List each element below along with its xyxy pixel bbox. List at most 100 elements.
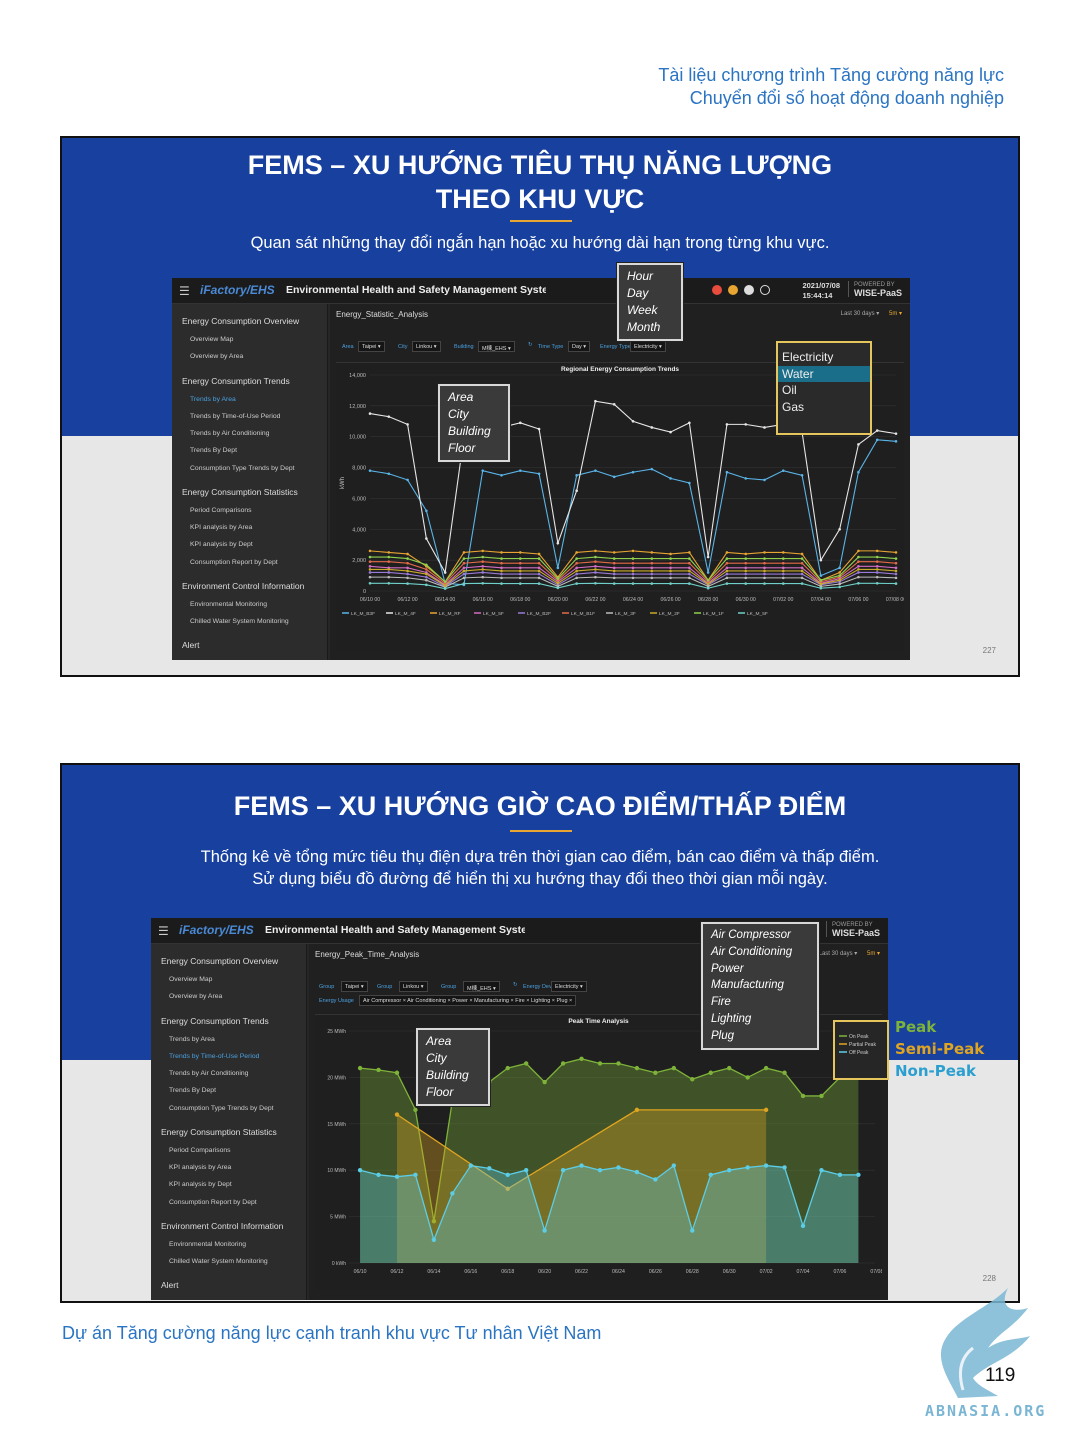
data-point	[857, 565, 860, 568]
filter-select-energy-device[interactable]: Electricity ▾	[551, 981, 587, 992]
filter-select-group[interactable]: M棟_EHS ▾	[463, 981, 500, 992]
x-tick-label: 06/12	[390, 1269, 403, 1275]
time-range-picker[interactable]: Last 30 days ▾	[841, 311, 880, 317]
data-point	[368, 575, 372, 579]
data-point	[894, 572, 898, 576]
sidebar-item-kpi-analysis-by-dept[interactable]: KPI analysis by Dept	[169, 1181, 232, 1188]
sidebar-item-consumption-report-by-dept[interactable]: Consumption Report by Dept	[169, 1199, 257, 1206]
sidebar-item-overview-by-area[interactable]: Overview by Area	[169, 993, 222, 1000]
data-point	[523, 1061, 529, 1066]
data-point	[468, 1163, 474, 1168]
refresh-interval[interactable]: 5m ▾	[867, 951, 880, 957]
sidebar-item-energy-consumption-trends[interactable]: Energy Consumption Trends	[182, 376, 290, 386]
data-point	[612, 551, 616, 554]
alarm-bell-icon[interactable]	[712, 285, 722, 295]
data-point	[575, 489, 578, 493]
sidebar-item-energy-consumption-statistics[interactable]: Energy Consumption Statistics	[161, 1127, 277, 1137]
sidebar-item-period-comparisons[interactable]: Period Comparisons	[169, 1147, 231, 1154]
energy-option-oil[interactable]: Oil	[778, 382, 870, 398]
sidebar-item-consumption-report-by-dept[interactable]: Consumption Report by Dept	[190, 559, 278, 566]
sidebar-item-energy-consumption-statistics[interactable]: Energy Consumption Statistics	[182, 487, 298, 497]
sidebar-item-trends-by-dept[interactable]: Trends By Dept	[169, 1087, 216, 1094]
filter-select-energy-type[interactable]: Electricity ▾	[630, 341, 666, 352]
sidebar-item-trends-by-area[interactable]: Trends by Area	[169, 1036, 215, 1043]
energy-option-gas[interactable]: Gas	[778, 399, 870, 415]
filter-select-time-type[interactable]: Day ▾	[568, 341, 591, 352]
sidebar-item-environmental-monitoring[interactable]: Environmental Monitoring	[169, 1241, 246, 1248]
data-point	[425, 575, 428, 579]
sidebar-item-overview-map[interactable]: Overview Map	[190, 336, 233, 343]
menu-icon[interactable]: ☰	[158, 924, 169, 938]
sidebar-item-trends-by-dept[interactable]: Trends By Dept	[190, 447, 237, 454]
sidebar-item-kpi-analysis-by-area[interactable]: KPI analysis by Area	[169, 1164, 231, 1171]
filter-select-city[interactable]: Linkou ▾	[412, 341, 441, 352]
energy-option-water[interactable]: Water	[778, 365, 870, 382]
data-point	[708, 1070, 713, 1075]
area-option-city: City	[448, 407, 469, 421]
sidebar-item-chilled-water-system-monitoring[interactable]: Chilled Water System Monitoring	[190, 618, 289, 625]
data-point	[669, 477, 672, 480]
refresh-interval[interactable]: 5m ▾	[889, 311, 902, 317]
data-point	[481, 581, 485, 585]
data-point	[763, 566, 766, 570]
sidebar-item-alert[interactable]: Alert	[182, 640, 199, 650]
menu-icon[interactable]: ☰	[179, 284, 190, 298]
sidebar-item-energy-consumption-overview[interactable]: Energy Consumption Overview	[161, 956, 278, 966]
data-point	[394, 1112, 400, 1117]
sidebar-item-trends-by-air-conditioning[interactable]: Trends by Air Conditioning	[169, 1070, 248, 1077]
sidebar-item-overview-map[interactable]: Overview Map	[169, 976, 212, 983]
refresh-icon[interactable]: ↻	[528, 342, 533, 348]
sidebar-item-environment-control-information[interactable]: Environment Control Information	[182, 581, 304, 591]
data-point	[669, 576, 672, 580]
sidebar-item-trends-by-area[interactable]: Trends by Area	[190, 396, 236, 403]
filter-select-building[interactable]: M棟_EHS ▾	[478, 341, 515, 352]
time-range-controls[interactable]: Last 30 days ▾ 5m ▾	[841, 310, 902, 317]
filter-label-city: City	[398, 344, 408, 350]
data-point	[406, 557, 409, 560]
data-point	[725, 566, 729, 570]
data-point	[616, 1165, 621, 1170]
data-point	[819, 586, 823, 590]
data-point	[819, 1093, 824, 1099]
filter-select-group[interactable]: Taipei ▾	[341, 981, 368, 992]
data-point	[425, 568, 428, 571]
data-point	[387, 551, 391, 554]
sidebar-item-trends-by-time-of-use-period[interactable]: Trends by Time-of-Use Period	[190, 413, 280, 420]
energy-usage-tags[interactable]: Air Compressor × Air Conditioning × Powe…	[359, 995, 577, 1006]
data-point	[744, 552, 748, 556]
data-point	[744, 569, 748, 573]
refresh-icon[interactable]: ↻	[513, 982, 518, 988]
sidebar-item-trends-by-time-of-use-period[interactable]: Trends by Time-of-Use Period	[169, 1053, 259, 1060]
sidebar-item-energy-consumption-overview[interactable]: Energy Consumption Overview	[182, 316, 299, 326]
energy-option-electricity[interactable]: Electricity	[778, 349, 870, 365]
sidebar-item-alert[interactable]: Alert	[161, 1280, 178, 1290]
sidebar-item-period-comparisons[interactable]: Period Comparisons	[190, 507, 252, 514]
sidebar-item-consumption-type-trends-by-dept[interactable]: Consumption Type Trends by Dept	[190, 465, 295, 472]
sidebar-item-kpi-analysis-by-area[interactable]: KPI analysis by Area	[190, 524, 252, 531]
sidebar-item-energy-consumption-trends[interactable]: Energy Consumption Trends	[161, 1016, 269, 1026]
data-point	[443, 584, 447, 587]
sidebar-item-consumption-type-trends-by-dept[interactable]: Consumption Type Trends by Dept	[169, 1105, 274, 1112]
sidebar-item-kpi-analysis-by-dept[interactable]: KPI analysis by Dept	[190, 541, 253, 548]
data-point	[376, 1067, 381, 1073]
y-tick-label: 25 MWh	[327, 1029, 346, 1035]
sidebar-item-trends-by-air-conditioning[interactable]: Trends by Air Conditioning	[190, 430, 269, 437]
x-tick-label: 06/26	[649, 1269, 662, 1275]
filter-select-area[interactable]: Taipei ▾	[358, 341, 385, 352]
sidebar-item-environment-control-information[interactable]: Environment Control Information	[161, 1221, 283, 1231]
globe-icon[interactable]	[744, 285, 754, 295]
sidebar-item-environmental-monitoring[interactable]: Environmental Monitoring	[190, 601, 267, 608]
filter-select-group[interactable]: Linkou ▾	[399, 981, 428, 992]
sidebar-item-chilled-water-system-monitoring[interactable]: Chilled Water System Monitoring	[169, 1258, 268, 1265]
data-point	[688, 481, 691, 485]
user-icon[interactable]	[760, 285, 770, 295]
time-range-controls[interactable]: Last 30 days ▾ 5m ▾	[819, 950, 880, 957]
time-range-picker[interactable]: Last 30 days ▾	[819, 951, 858, 957]
sidebar-item-overview-by-area[interactable]: Overview by Area	[190, 353, 243, 360]
data-point	[688, 569, 691, 573]
data-point	[612, 569, 616, 573]
data-point	[556, 541, 560, 545]
x-tick-label: 06/10 00	[360, 597, 380, 603]
data-point	[612, 566, 616, 570]
notification-bell-icon[interactable]	[728, 285, 738, 295]
